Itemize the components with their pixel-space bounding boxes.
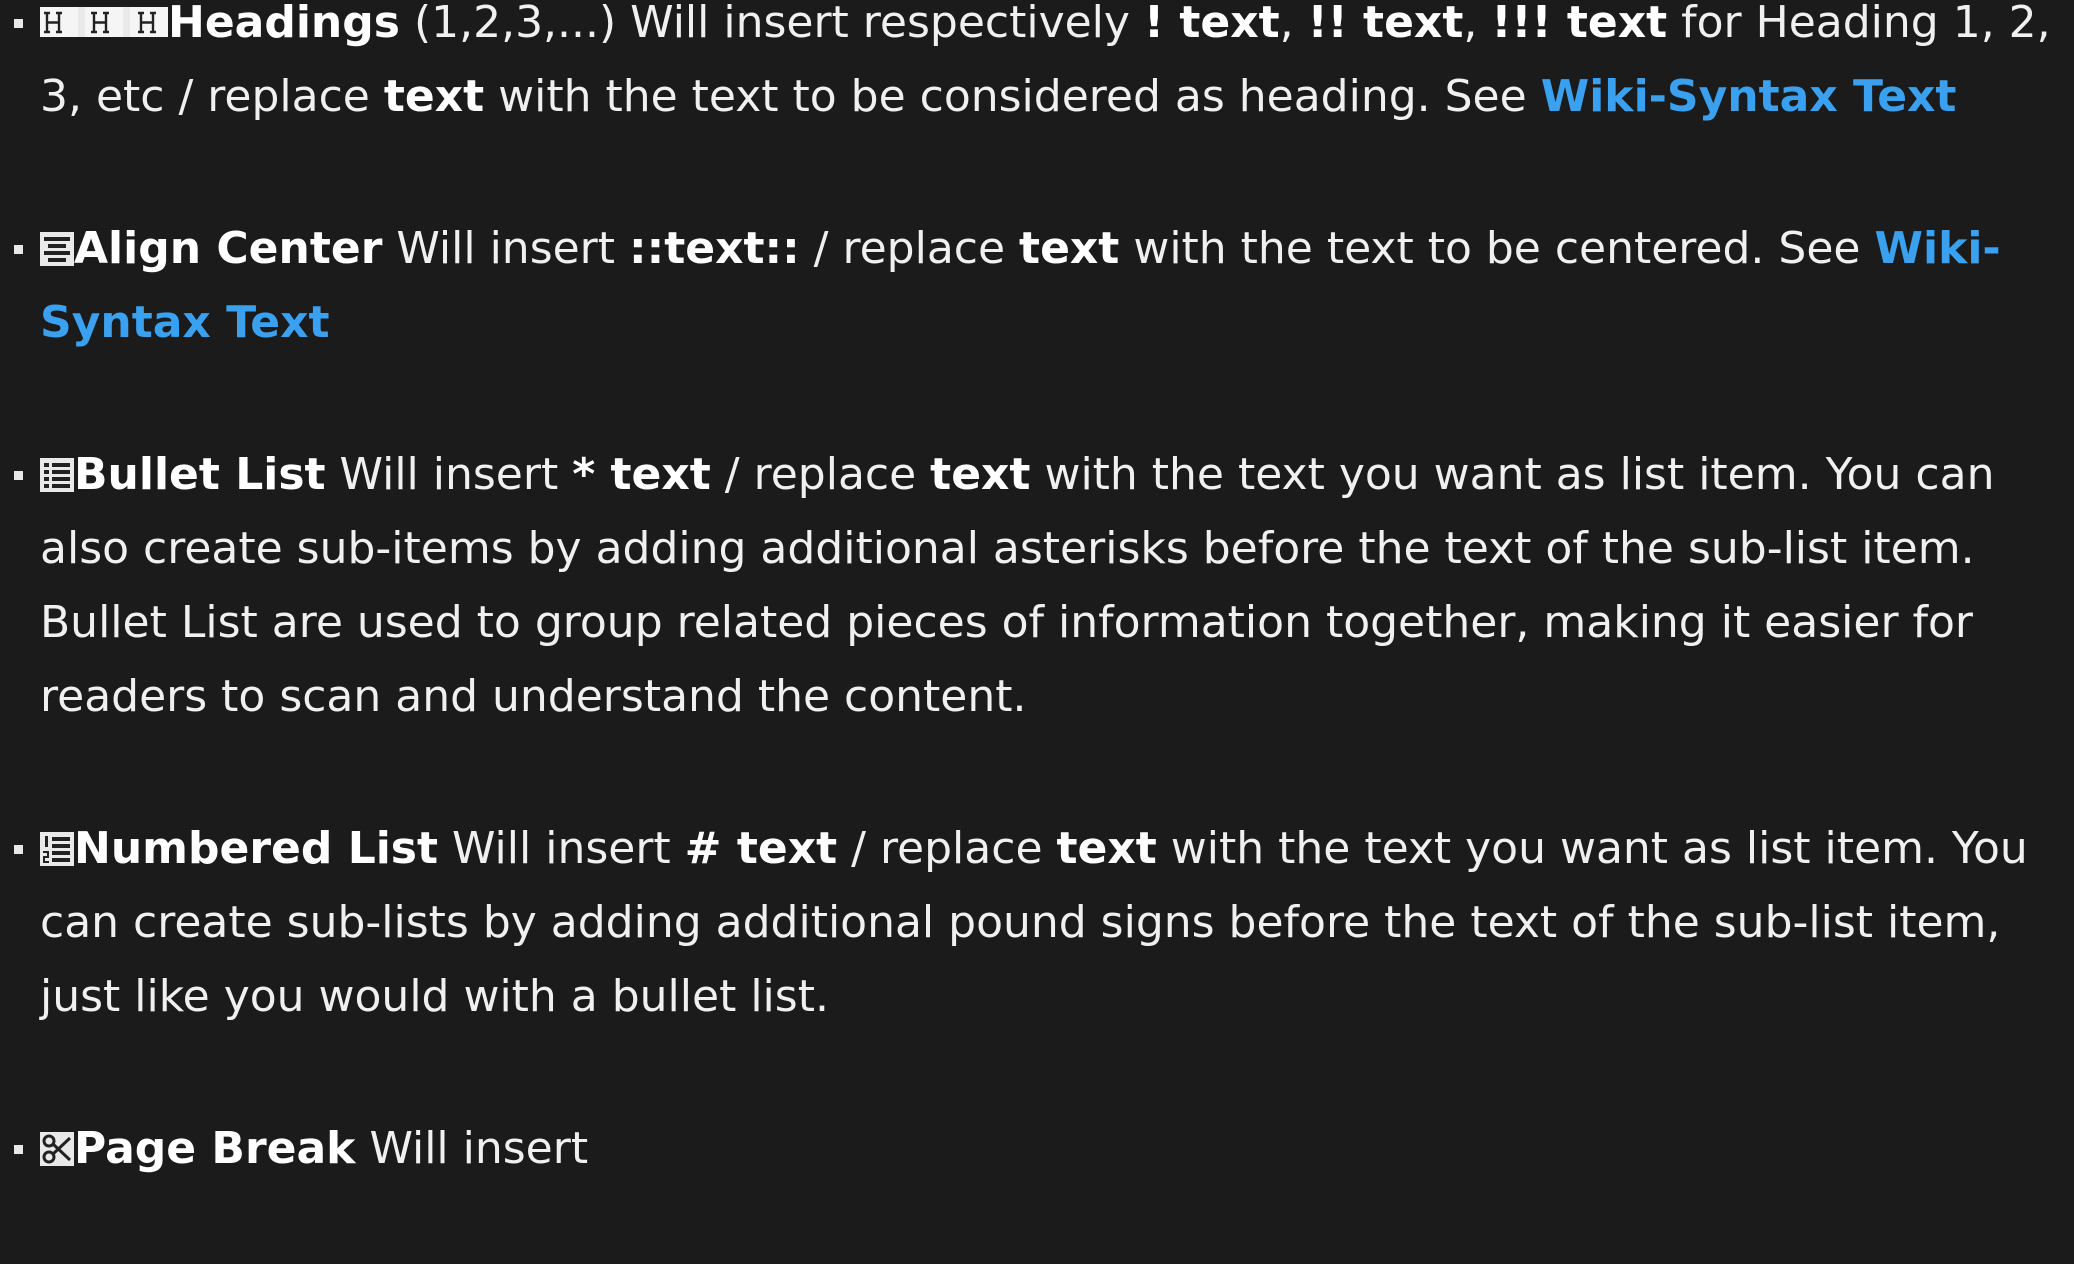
tool-name-bullet-list: Bullet List [74,449,326,500]
list-item-bullet-list: Bullet List Will insert * text / replace… [0,438,2074,734]
tool-name-headings: Headings [168,0,400,48]
list-item-numbered-list: Numbered List Will insert # text / repla… [0,812,2074,1034]
desc-text: , [1463,0,1492,48]
list-item-headings: Headings (1,2,3,...) Will insert respect… [0,0,2074,134]
syntax-code: text [1056,823,1157,874]
numbered-list-icon [40,831,74,867]
list-item-align-center: Align Center Will insert ::text:: / repl… [0,212,2074,360]
tool-name-page-break: Page Break [74,1123,356,1174]
desc-text: Will insert [382,223,630,274]
syntax-code: text [1019,223,1120,274]
syntax-code: text [930,449,1031,500]
desc-text: / replace [837,823,1057,874]
wiki-syntax-link[interactable]: Wiki-Syntax Text [1541,71,1957,122]
desc-text: (1,2,3,...) Will insert respectively [399,0,1144,48]
help-content: Headings (1,2,3,...) Will insert respect… [0,0,2074,1264]
bullet-marker [14,245,23,254]
syntax-code: * text [572,449,711,500]
desc-text: with the text to be centered. See [1119,223,1875,274]
list-item-page-break: Page Break Will insert [0,1112,2074,1186]
bullet-marker [14,471,23,480]
tool-name-numbered-list: Numbered List [74,823,439,874]
bullet-marker [14,845,23,854]
syntax-code: ::text:: [629,223,800,274]
toolbar-help-list: Headings (1,2,3,...) Will insert respect… [0,0,2074,1186]
syntax-code: ! text [1143,0,1280,48]
syntax-code: !! text [1307,0,1464,48]
bullet-list-icon [40,457,74,493]
desc-text: Will insert [438,823,685,874]
desc-text: / replace [799,223,1020,274]
desc-text: / replace [710,449,931,500]
desc-text: Will insert [355,1123,589,1174]
syntax-code: text [383,71,485,122]
syntax-code: # text [684,823,838,874]
align-center-icon [40,231,74,267]
bullet-marker [14,19,23,28]
heading-icons [40,5,168,41]
bullet-marker [14,1145,23,1154]
desc-text: , [1279,0,1308,48]
syntax-code: !!! text [1491,0,1668,48]
scissors-icon [40,1131,74,1167]
desc-text: Will insert [325,449,573,500]
tool-name-align-center: Align Center [74,223,383,274]
desc-text: with the text to be considered as headin… [484,71,1541,122]
